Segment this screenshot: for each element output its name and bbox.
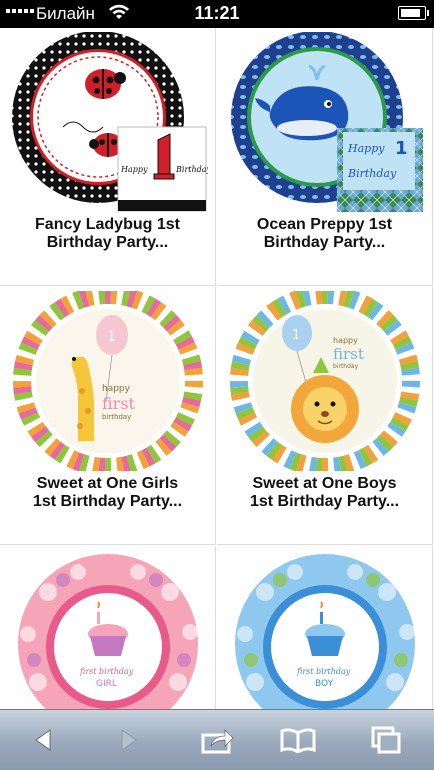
lion-plate-image: 1 happy first birthday bbox=[230, 291, 420, 471]
product-title-line1: Ocean Preppy 1st bbox=[256, 216, 393, 233]
product-title-line2: 1st Birthday Party... bbox=[249, 493, 400, 510]
product-tile-sweet-at-one-girls[interactable]: 1 happy first birthday Sweet at One Girl… bbox=[0, 287, 216, 545]
tabs-icon bbox=[371, 726, 401, 754]
svg-text:first birthday: first birthday bbox=[296, 667, 351, 676]
bookmarks-icon bbox=[280, 728, 316, 753]
svg-text:Happy: Happy bbox=[347, 142, 385, 155]
forward-arrow-icon bbox=[121, 729, 137, 751]
forward-button[interactable] bbox=[106, 722, 150, 758]
product-title[interactable]: Sweet at One Girls 1st Birthday Party... bbox=[6, 475, 209, 511]
svg-text:BOY: BOY bbox=[315, 679, 334, 689]
clock: 11:21 bbox=[194, 3, 240, 23]
product-title[interactable]: Fancy Ladybug 1st Birthday Party... bbox=[6, 216, 209, 252]
svg-text:first: first bbox=[333, 345, 364, 363]
back-arrow-icon bbox=[35, 729, 51, 751]
svg-text:1: 1 bbox=[292, 328, 300, 343]
battery-fill bbox=[401, 9, 420, 17]
ladybug-plate-image: Happy Birthday bbox=[12, 32, 208, 212]
back-button[interactable] bbox=[22, 722, 66, 758]
svg-text:first: first bbox=[102, 394, 136, 413]
cupcake-boy-plate-image: first birthday BOY bbox=[235, 554, 415, 710]
browser-toolbar bbox=[0, 709, 434, 770]
svg-text:GIRL: GIRL bbox=[96, 679, 117, 689]
share-button[interactable] bbox=[196, 722, 240, 758]
product-grid[interactable]: Happy Birthday Fancy Ladybug 1st Birthda… bbox=[0, 28, 434, 710]
svg-text:1: 1 bbox=[395, 138, 408, 159]
product-tile-fancy-ladybug[interactable]: Happy Birthday Fancy Ladybug 1st Birthda… bbox=[0, 28, 216, 286]
product-tile-first-birthday-boy[interactable]: first birthday BOY bbox=[217, 546, 433, 710]
svg-text:birthday: birthday bbox=[102, 413, 131, 421]
svg-text:first birthday: first birthday bbox=[79, 667, 134, 676]
cupcake-girl-plate-image: first birthday GIRL bbox=[18, 554, 198, 710]
product-tile-sweet-at-one-boys[interactable]: 1 happy first birthday Sweet at One Boys… bbox=[217, 287, 433, 545]
product-tile-ocean-preppy[interactable]: Happy 1 Birthday Ocean Preppy 1st Birthd… bbox=[217, 28, 433, 286]
svg-text:happy: happy bbox=[102, 384, 131, 394]
giraffe-plate-image: 1 happy first birthday bbox=[13, 291, 203, 471]
status-bar: Билайн 11:21 bbox=[0, 0, 434, 28]
bookmarks-button[interactable] bbox=[276, 722, 320, 758]
svg-text:Birthday: Birthday bbox=[347, 167, 397, 180]
product-title-line2: 1st Birthday Party... bbox=[32, 493, 183, 510]
product-title-line2: Birthday Party... bbox=[263, 234, 386, 251]
svg-text:birthday: birthday bbox=[333, 363, 359, 370]
product-title[interactable]: Ocean Preppy 1st Birthday Party... bbox=[223, 216, 426, 252]
svg-text:happy: happy bbox=[333, 336, 358, 345]
product-title-line1: Sweet at One Boys bbox=[252, 475, 397, 492]
product-title-line2: Birthday Party... bbox=[46, 234, 169, 251]
product-title[interactable]: Sweet at One Boys 1st Birthday Party... bbox=[223, 475, 426, 511]
whale-plate-image: Happy 1 Birthday bbox=[231, 32, 423, 212]
battery-icon bbox=[398, 6, 429, 20]
svg-text:Happy: Happy bbox=[120, 165, 148, 174]
product-title-line1: Sweet at One Girls bbox=[36, 475, 179, 492]
product-title-line1: Fancy Ladybug 1st bbox=[35, 216, 180, 233]
svg-text:Birthday: Birthday bbox=[175, 165, 208, 174]
product-tile-first-birthday-girl[interactable]: first birthday GIRL bbox=[0, 546, 216, 710]
share-icon bbox=[201, 729, 234, 754]
svg-text:1: 1 bbox=[107, 329, 116, 345]
tabs-button[interactable] bbox=[364, 722, 408, 758]
